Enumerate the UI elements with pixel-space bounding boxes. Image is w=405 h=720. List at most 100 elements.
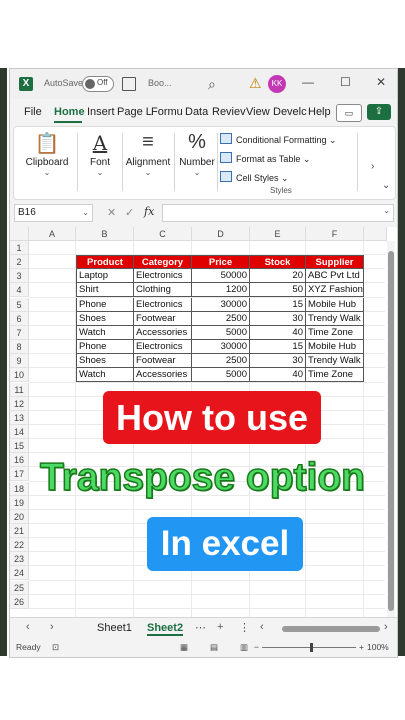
table-cell[interactable]: 2500 <box>192 354 250 369</box>
clipboard-group[interactable]: 📋 Clipboard ⌄ <box>20 127 74 199</box>
cell-styles-button[interactable]: Cell Styles ⌄ <box>220 171 289 184</box>
table-cell[interactable]: 1200 <box>192 283 250 298</box>
table-cell[interactable]: 40 <box>250 325 306 340</box>
row-header[interactable]: 23 <box>10 552 29 567</box>
table-cell[interactable]: Accessories <box>134 325 192 340</box>
table-cell[interactable]: Time Zone <box>306 325 364 340</box>
row-header[interactable]: 4 <box>10 283 29 298</box>
maximize-button[interactable]: ☐ <box>340 75 351 89</box>
column-header-b[interactable]: B <box>76 227 134 241</box>
row-header[interactable]: 13 <box>10 410 29 425</box>
table-cell[interactable]: Laptop <box>76 269 134 284</box>
alignment-group[interactable]: ≡ Alignment ⌄ <box>124 127 172 199</box>
sheet-options-icon[interactable]: ⋮ <box>239 621 250 634</box>
zoom-slider[interactable] <box>262 647 356 648</box>
search-icon[interactable]: ⌕ <box>208 76 216 93</box>
column-header-extra[interactable] <box>364 227 387 241</box>
column-header-a[interactable]: A <box>29 227 76 241</box>
normal-view-icon[interactable]: ▦ <box>180 642 188 653</box>
table-cell[interactable]: Phone <box>76 297 134 312</box>
sheet-tab-sheet2[interactable]: Sheet2 <box>147 622 184 636</box>
row-header[interactable]: 22 <box>10 538 29 553</box>
comments-button[interactable]: ▭ <box>336 104 362 122</box>
table-cell[interactable]: 30000 <box>192 340 250 355</box>
row-header[interactable]: 10 <box>10 368 29 383</box>
table-header-cell[interactable]: Category <box>134 255 192 270</box>
table-cell[interactable]: Footwear <box>134 354 192 369</box>
row-header[interactable]: 8 <box>10 340 29 355</box>
table-cell[interactable]: 30 <box>250 354 306 369</box>
table-cell[interactable]: Electronics <box>134 340 192 355</box>
table-cell[interactable]: Shoes <box>76 311 134 326</box>
tab-review[interactable]: Reviev <box>212 106 246 118</box>
row-header[interactable]: 6 <box>10 311 29 326</box>
tab-page-layout[interactable]: Page L <box>117 106 152 118</box>
row-header[interactable]: 9 <box>10 354 29 369</box>
conditional-formatting-button[interactable]: Conditional Formatting ⌄ <box>220 133 337 146</box>
sheet-tab-sheet1[interactable]: Sheet1 <box>97 622 132 634</box>
tab-view[interactable]: View <box>246 106 270 118</box>
table-cell[interactable]: ABC Pvt Ltd <box>306 269 364 284</box>
more-sheets-icon[interactable]: ⋯ <box>195 621 206 634</box>
tab-data[interactable]: Data <box>185 106 208 118</box>
chevron-right-icon[interactable]: › <box>371 161 374 172</box>
column-header-e[interactable]: E <box>250 227 306 241</box>
table-header-cell[interactable]: Product <box>76 255 134 270</box>
table-cell[interactable]: Mobile Hub <box>306 297 364 312</box>
row-header[interactable]: 2 <box>10 255 29 270</box>
scroll-right-icon[interactable]: › <box>384 621 388 633</box>
column-header-c[interactable]: C <box>134 227 192 241</box>
number-group[interactable]: % Number ⌄ <box>176 127 218 199</box>
zoom-slider-knob[interactable] <box>310 643 313 652</box>
share-button[interactable]: ⇪ <box>367 104 391 120</box>
scroll-left-icon[interactable]: ‹ <box>260 621 264 633</box>
table-cell[interactable]: 50 <box>250 283 306 298</box>
table-cell[interactable]: Time Zone <box>306 368 364 383</box>
avatar[interactable]: KK <box>268 75 286 93</box>
font-group[interactable]: A Font ⌄ <box>80 127 120 199</box>
tab-file[interactable]: File <box>24 106 42 118</box>
scrollbar-thumb[interactable] <box>388 251 394 611</box>
tab-formulas[interactable]: Formu <box>151 106 183 118</box>
row-header[interactable]: 7 <box>10 325 29 340</box>
table-header-cell[interactable]: Price <box>192 255 250 270</box>
autosave-toggle[interactable]: Off <box>82 76 114 92</box>
cancel-icon[interactable]: ✕ <box>107 206 116 219</box>
format-as-table-button[interactable]: Format as Table ⌄ <box>220 152 310 165</box>
row-header[interactable]: 11 <box>10 382 29 397</box>
row-header[interactable]: 5 <box>10 297 29 312</box>
table-cell[interactable]: 30 <box>250 311 306 326</box>
table-cell[interactable]: Trendy Walk <box>306 311 364 326</box>
row-header[interactable]: 1 <box>10 241 29 255</box>
zoom-out-icon[interactable]: − <box>254 642 259 652</box>
row-header[interactable]: 14 <box>10 424 29 439</box>
insert-function-button[interactable]: fx <box>144 205 154 218</box>
row-header[interactable]: 3 <box>10 269 29 284</box>
table-header-cell[interactable]: Stock <box>250 255 306 270</box>
tab-home[interactable]: Home <box>54 106 85 118</box>
minimize-button[interactable]: — <box>302 75 314 89</box>
table-cell[interactable]: Shoes <box>76 354 134 369</box>
warning-icon[interactable]: ⚠ <box>249 75 262 92</box>
row-header[interactable]: 26 <box>10 594 29 609</box>
column-header-f[interactable]: F <box>306 227 364 241</box>
page-break-view-icon[interactable]: ▥ <box>240 642 248 653</box>
table-cell[interactable]: 15 <box>250 297 306 312</box>
table-cell[interactable]: Electronics <box>134 297 192 312</box>
enter-icon[interactable]: ✓ <box>125 206 134 219</box>
close-button[interactable]: ✕ <box>376 75 386 89</box>
table-cell[interactable]: Accessories <box>134 368 192 383</box>
table-cell[interactable]: Watch <box>76 368 134 383</box>
save-icon[interactable] <box>122 77 136 91</box>
table-cell[interactable]: Trendy Walk <box>306 354 364 369</box>
table-cell[interactable]: Electronics <box>134 269 192 284</box>
row-header[interactable]: 21 <box>10 524 29 538</box>
tab-help[interactable]: Help <box>308 106 331 118</box>
table-cell[interactable]: 50000 <box>192 269 250 284</box>
table-cell[interactable]: Phone <box>76 340 134 355</box>
vertical-scrollbar[interactable] <box>387 241 395 617</box>
select-all-corner[interactable] <box>10 227 29 241</box>
table-cell[interactable]: 30000 <box>192 297 250 312</box>
zoom-level[interactable]: 100% <box>367 642 389 652</box>
row-header[interactable]: 20 <box>10 509 29 524</box>
